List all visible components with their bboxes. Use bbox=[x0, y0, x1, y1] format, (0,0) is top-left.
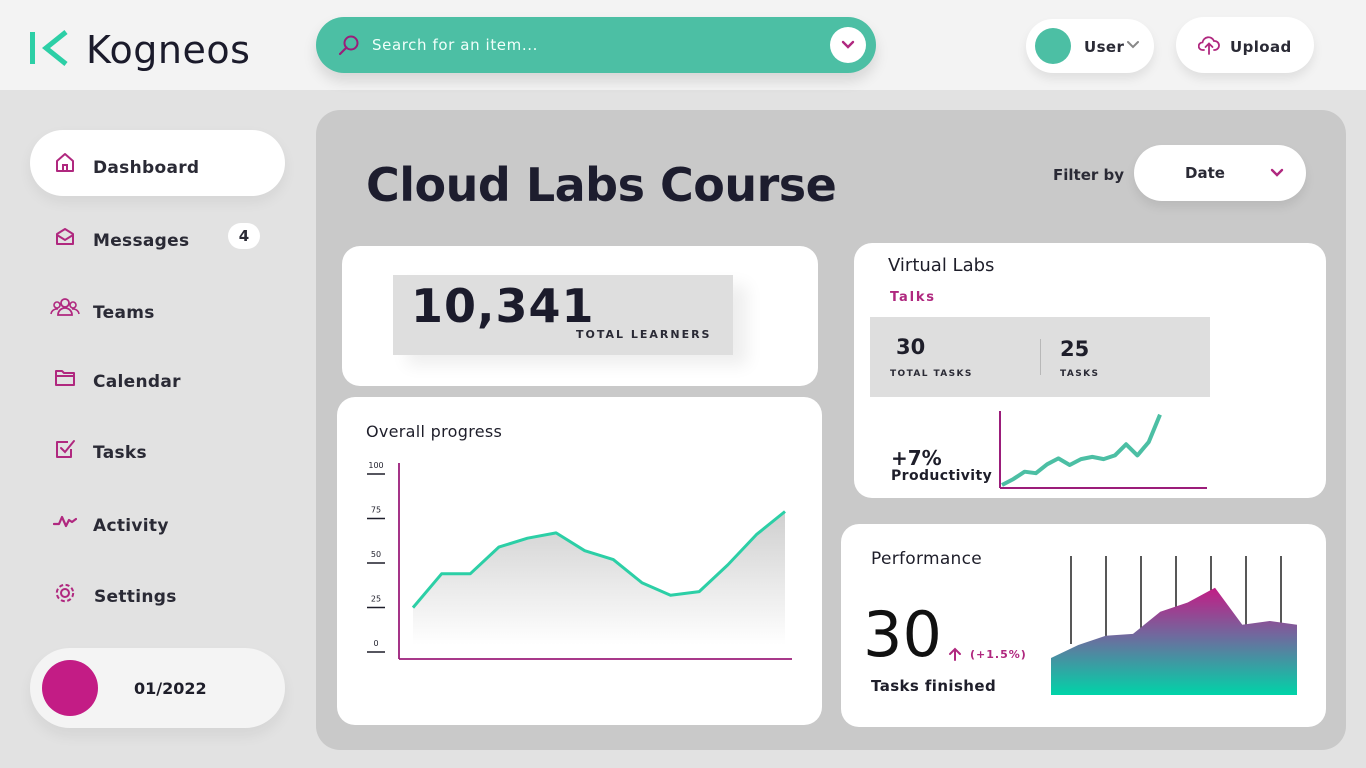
home-icon bbox=[56, 153, 74, 172]
checkbox-icon bbox=[56, 440, 75, 458]
y-tick-label: 50 bbox=[371, 550, 381, 559]
sidebar-item-tasks[interactable]: Tasks bbox=[30, 417, 285, 483]
sidebar-item-label: Calendar bbox=[93, 372, 181, 392]
virtual-labs-card: Virtual Labs Talks 30 TOTAL TASKS 25 TAS… bbox=[854, 243, 1326, 498]
page-title: Cloud Labs Course bbox=[366, 158, 837, 212]
chevron-down-icon bbox=[1127, 41, 1139, 49]
search-icon bbox=[338, 35, 359, 56]
total-learners-label: TOTAL LEARNERS bbox=[576, 328, 712, 341]
sidebar-item-label: Settings bbox=[94, 587, 177, 607]
productivity-chart bbox=[999, 411, 1207, 489]
performance-card: Performance 30 (+1.5%) Tasks finished bbox=[841, 524, 1326, 727]
period-selector[interactable]: 01/2022 bbox=[30, 648, 285, 728]
sidebar-item-label: Teams bbox=[93, 303, 155, 323]
chevron-down-icon bbox=[1270, 168, 1284, 177]
gear-icon bbox=[55, 583, 75, 603]
messages-count-badge: 4 bbox=[228, 223, 260, 249]
user-menu-button[interactable]: User bbox=[1026, 19, 1154, 73]
sidebar-item-label: Tasks bbox=[93, 443, 147, 463]
user-label: User bbox=[1084, 38, 1125, 56]
sidebar-item-label: Dashboard bbox=[93, 158, 200, 178]
logo-mark-icon bbox=[30, 30, 68, 66]
brand-name: Kogneos bbox=[86, 28, 251, 72]
search-input[interactable] bbox=[372, 31, 812, 59]
filter-select[interactable]: Date bbox=[1134, 145, 1306, 201]
app-header: Kogneos User Upload bbox=[0, 0, 1366, 90]
cloud-upload-icon bbox=[1198, 36, 1220, 55]
sidebar-item-teams[interactable]: Teams bbox=[30, 275, 285, 341]
y-tick-label: 100 bbox=[368, 461, 383, 470]
upload-button[interactable]: Upload bbox=[1176, 17, 1314, 73]
sidebar-item-dashboard[interactable]: Dashboard bbox=[30, 130, 285, 196]
y-tick-label: 75 bbox=[371, 506, 381, 515]
logo[interactable]: Kogneos bbox=[30, 26, 250, 74]
sidebar-item-settings[interactable]: Settings bbox=[30, 560, 285, 626]
filter-label: Filter by bbox=[1053, 166, 1125, 184]
team-icon bbox=[50, 298, 80, 316]
total-learners-value: 10,341 bbox=[411, 279, 595, 333]
chevron-down-icon bbox=[841, 40, 855, 49]
search-bar[interactable] bbox=[316, 17, 876, 73]
avatar bbox=[42, 660, 98, 716]
filter-value: Date bbox=[1185, 164, 1225, 182]
overall-progress-chart: 0 25 50 75 100 bbox=[367, 461, 792, 660]
sidebar-item-label: Messages bbox=[93, 231, 190, 251]
y-tick-label: 0 bbox=[373, 639, 378, 648]
sidebar-item-calendar[interactable]: Calendar bbox=[30, 346, 285, 412]
envelope-icon bbox=[56, 228, 74, 245]
period-date: 01/2022 bbox=[134, 679, 207, 698]
avatar bbox=[1035, 28, 1071, 64]
sidebar-item-activity[interactable]: Activity bbox=[30, 490, 285, 556]
upload-label: Upload bbox=[1230, 38, 1292, 56]
search-dropdown-button[interactable] bbox=[830, 27, 866, 63]
total-learners-card: 10,341 TOTAL LEARNERS bbox=[342, 246, 818, 386]
area-fill bbox=[413, 511, 785, 645]
performance-chart bbox=[1051, 556, 1297, 695]
sidebar-item-label: Activity bbox=[93, 516, 169, 536]
learners-stat-box: 10,341 TOTAL LEARNERS bbox=[393, 275, 733, 355]
folder-icon bbox=[55, 370, 75, 386]
sidebar-item-messages[interactable]: Messages 4 bbox=[30, 203, 285, 269]
area-fill bbox=[1051, 587, 1297, 695]
series-line bbox=[1001, 413, 1162, 487]
y-tick-label: 25 bbox=[371, 595, 381, 604]
activity-icon bbox=[53, 515, 77, 528]
overall-progress-card: Overall progress 0 25 50 75 100 bbox=[337, 397, 822, 725]
